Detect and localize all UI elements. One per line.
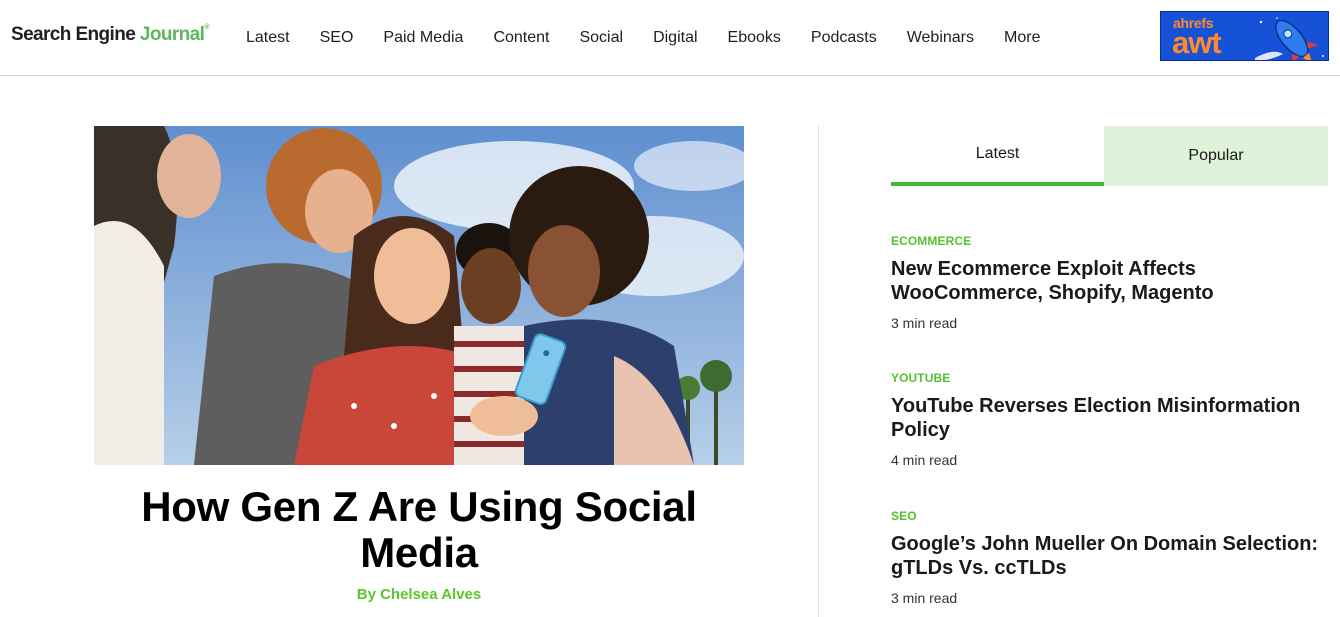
nav-seo[interactable]: SEO [305,29,369,47]
nav-webinars[interactable]: Webinars [892,29,989,47]
ad-banner[interactable]: ahrefs awt [1160,11,1329,61]
nav-paid-media[interactable]: Paid Media [368,29,478,47]
read-time: 3 min read [891,315,958,331]
tab-popular-label: Popular [1188,147,1244,164]
tab-popular[interactable]: Popular [1104,126,1328,186]
nav-latest[interactable]: Latest [231,29,305,47]
nav-content[interactable]: Content [478,29,564,47]
article-title[interactable]: Google’s John Mueller On Domain Selectio… [891,532,1331,580]
logo-text: Search Engine [11,24,140,45]
site-header: Search Engine Journal® Latest SEO Paid M… [0,0,1340,76]
list-item: SEO Google’s John Mueller On Domain Sele… [891,509,1331,606]
list-item: YOUTUBE YouTube Reverses Election Misinf… [891,371,1331,468]
nav-more[interactable]: More [989,29,1055,47]
nav-digital[interactable]: Digital [638,29,712,47]
group-photo-icon [94,126,744,465]
article-headline[interactable]: How Gen Z Are Using Social Media [94,484,744,576]
article-title[interactable]: YouTube Reverses Election Misinformation… [891,394,1331,442]
nav-social[interactable]: Social [564,29,638,47]
tab-latest[interactable]: Latest [891,126,1104,186]
hero-image[interactable] [94,126,744,465]
nav-podcasts[interactable]: Podcasts [796,29,892,47]
main-nav: Latest SEO Paid Media Content Social Dig… [231,0,1055,76]
article-category[interactable]: ECOMMERCE [891,234,1331,248]
article-category[interactable]: YOUTUBE [891,371,1331,385]
column-divider [818,126,819,617]
read-time: 3 min read [891,590,958,606]
article-category[interactable]: SEO [891,509,1331,523]
logo-accent: Journal [139,24,205,45]
article-byline[interactable]: By Chelsea Alves [94,586,744,603]
list-item: ECOMMERCE New Ecommerce Exploit Affects … [891,234,1331,331]
nav-ebooks[interactable]: Ebooks [713,29,796,47]
logo-trademark: ® [204,24,209,31]
tab-latest-label: Latest [975,145,1020,162]
read-time: 4 min read [891,452,958,468]
ad-product: awt [1172,25,1222,60]
rocket-icon [1253,12,1328,60]
site-logo[interactable]: Search Engine Journal® [11,24,209,46]
article-title[interactable]: New Ecommerce Exploit Affects WooCommerc… [891,257,1331,305]
